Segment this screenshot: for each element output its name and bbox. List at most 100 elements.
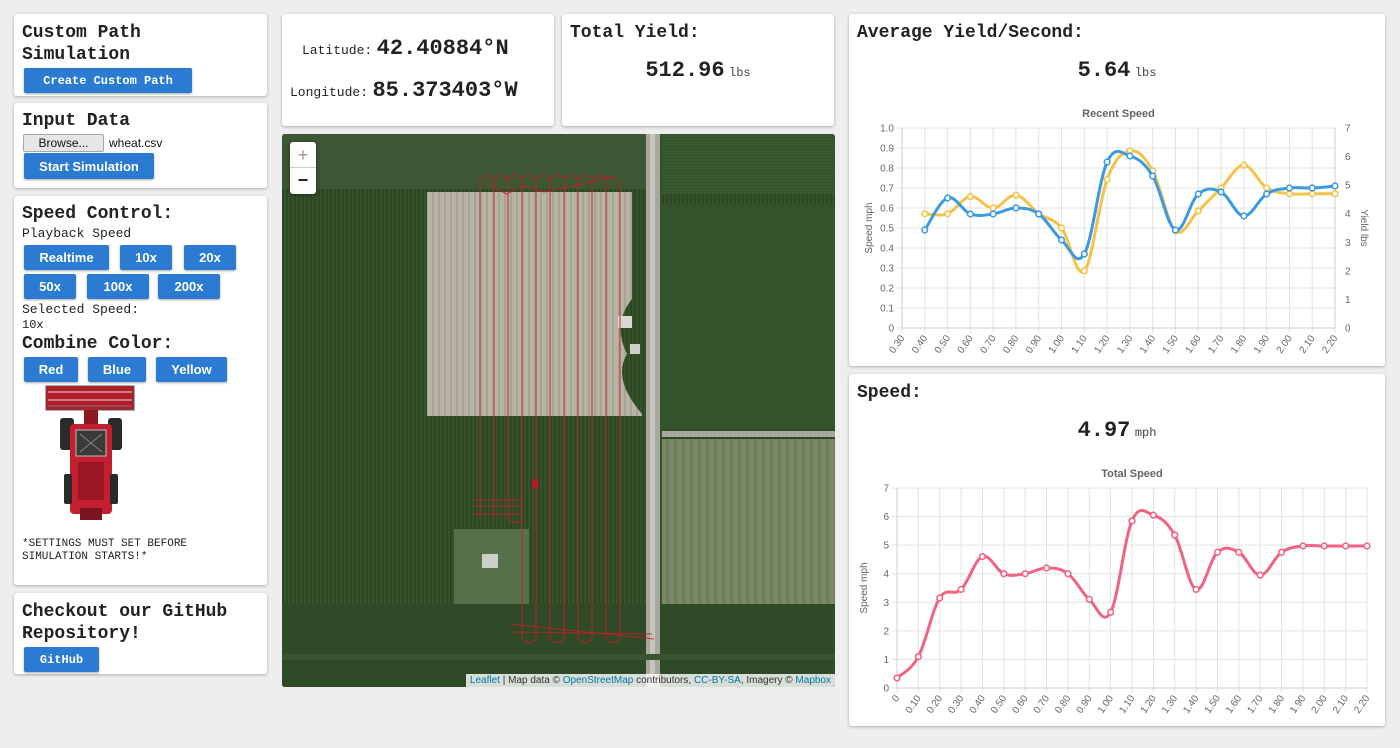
total-yield-unit: lbs bbox=[729, 66, 751, 80]
github-button[interactable]: GitHub bbox=[24, 647, 99, 672]
speed-unit: mph bbox=[1134, 426, 1157, 440]
data-point bbox=[966, 192, 974, 201]
data-point bbox=[989, 204, 997, 212]
x-tick-label: 0.60 bbox=[956, 333, 976, 356]
data-point bbox=[1342, 542, 1350, 550]
x-tick-label: 1.70 bbox=[1206, 333, 1226, 356]
data-point bbox=[1235, 548, 1243, 556]
osm-link[interactable]: OpenStreetMap bbox=[563, 675, 634, 686]
start-simulation-button[interactable]: Start Simulation bbox=[24, 153, 154, 179]
data-point bbox=[1194, 207, 1202, 215]
field-map[interactable]: + − Leaflet | Map data © OpenStreetMap c… bbox=[282, 134, 835, 687]
zoom-control: + − bbox=[290, 142, 316, 194]
data-point bbox=[966, 210, 974, 218]
x-tick-label: 1.10 bbox=[1117, 693, 1137, 716]
data-point bbox=[989, 210, 997, 218]
y-tick-label: 0.9 bbox=[880, 144, 894, 155]
y2-tick-label: 5 bbox=[1345, 181, 1351, 192]
speed-control-card: Speed Control: Playback Speed Realtime 1… bbox=[14, 196, 267, 585]
data-point bbox=[936, 594, 944, 602]
map-attribution: Leaflet | Map data © OpenStreetMap contr… bbox=[465, 674, 835, 687]
zoom-in-button[interactable]: + bbox=[290, 142, 316, 168]
y-tick-label: 0.3 bbox=[880, 264, 894, 275]
license-link[interactable]: CC-BY-SA bbox=[694, 675, 741, 686]
x-tick-label: 2.00 bbox=[1310, 693, 1330, 716]
speed-control-title: Speed Control: bbox=[22, 204, 174, 224]
x-tick-label: 1.60 bbox=[1224, 693, 1244, 716]
leaflet-link[interactable]: Leaflet bbox=[470, 675, 500, 686]
data-point bbox=[1192, 585, 1200, 594]
recent-speed-chart: Recent Speed 0 0.1 0.2 0.3 0.4 0.5 0.6 0.7 0.8 0.9… bbox=[864, 108, 1369, 356]
x-tick-label: 1.70 bbox=[1245, 693, 1265, 716]
speed-50x-button[interactable]: 50x bbox=[24, 274, 76, 299]
browse-button[interactable]: Browse... bbox=[23, 134, 104, 152]
x-tick-label: 1.30 bbox=[1160, 693, 1180, 716]
y2-tick-label: 7 bbox=[1345, 124, 1351, 135]
data-point bbox=[1331, 182, 1339, 190]
custom-path-title: Custom Path Simulation bbox=[22, 23, 141, 65]
x-tick-label: 2.20 bbox=[1352, 693, 1372, 716]
y-tick-label: 3 bbox=[883, 598, 889, 609]
x-tick-label: 1.20 bbox=[1139, 693, 1159, 716]
x-tick-label: 1.40 bbox=[1138, 333, 1158, 356]
harvest-path bbox=[472, 175, 655, 643]
data-point bbox=[1149, 172, 1157, 180]
data-point bbox=[1331, 190, 1339, 198]
speed-20x-button[interactable]: 20x bbox=[184, 245, 236, 270]
data-point bbox=[1171, 226, 1180, 234]
x-tick-label: 1.10 bbox=[1070, 333, 1090, 356]
average-yield-readout: 5.64 lbs bbox=[849, 58, 1385, 83]
input-data-card: Input Data Browse... wheat.csv Start Sim… bbox=[14, 103, 267, 188]
speed-realtime-button[interactable]: Realtime bbox=[24, 245, 109, 270]
x-tick-label: 0.80 bbox=[1001, 333, 1021, 356]
data-point bbox=[921, 226, 929, 234]
total-yield-title: Total Yield: bbox=[570, 23, 700, 43]
x-tick-label: 0.40 bbox=[968, 693, 988, 716]
data-point bbox=[1240, 161, 1248, 169]
y-axis-label: Speed mph bbox=[859, 562, 870, 613]
chart-title: Total Speed bbox=[1101, 468, 1163, 480]
color-blue-button[interactable]: Blue bbox=[88, 357, 146, 382]
combine-color-title: Combine Color: bbox=[22, 334, 174, 354]
selected-speed-value: 10x bbox=[22, 318, 44, 332]
speed-100x-button[interactable]: 100x bbox=[87, 274, 149, 299]
zoom-out-button[interactable]: − bbox=[290, 168, 316, 194]
y-tick-label: 0.5 bbox=[880, 224, 894, 235]
x-tick-label: 1.80 bbox=[1267, 693, 1287, 716]
y2-tick-label: 1 bbox=[1345, 295, 1351, 306]
data-point bbox=[978, 552, 987, 561]
x-tick-label: 2.00 bbox=[1275, 333, 1295, 356]
create-custom-path-button[interactable]: Create Custom Path bbox=[24, 68, 192, 93]
x-tick-label: 1.20 bbox=[1092, 333, 1112, 356]
x-tick-label: 2.10 bbox=[1297, 333, 1317, 356]
average-yield-value: 5.64 bbox=[1077, 58, 1131, 83]
speed-200x-button[interactable]: 200x bbox=[158, 274, 220, 299]
x-tick-label: 0.80 bbox=[1053, 693, 1073, 716]
data-point bbox=[1103, 158, 1111, 166]
data-point bbox=[1263, 190, 1271, 198]
x-tick-label: 1.00 bbox=[1096, 693, 1116, 716]
total-yield-card: Total Yield: 512.96 lbs bbox=[562, 14, 834, 126]
data-point bbox=[1277, 548, 1286, 556]
y2-tick-label: 0 bbox=[1345, 324, 1351, 335]
y-tick-label: 6 bbox=[883, 512, 889, 523]
speed-10x-button[interactable]: 10x bbox=[120, 245, 172, 270]
x-tick-label: 0.40 bbox=[910, 333, 930, 356]
x-tick-label: 1.50 bbox=[1203, 693, 1223, 716]
coordinates-card: Latitude: 42.40884°N Longitude: 85.37340… bbox=[282, 14, 554, 126]
x-tick-label: 0.70 bbox=[978, 333, 998, 356]
color-yellow-button[interactable]: Yellow bbox=[156, 357, 227, 382]
mapbox-link[interactable]: Mapbox bbox=[795, 675, 831, 686]
y-tick-label: 0.6 bbox=[880, 204, 894, 215]
data-point bbox=[1308, 184, 1316, 192]
file-name: wheat.csv bbox=[109, 136, 163, 150]
data-point bbox=[1085, 595, 1093, 604]
longitude-row: Longitude: 85.373403°W bbox=[290, 78, 518, 103]
color-red-button[interactable]: Red bbox=[24, 357, 78, 382]
data-point bbox=[1285, 190, 1294, 198]
total-speed-chart: Total Speed012345670 0.10 0.20 0.30 0.40 0.50… bbox=[859, 468, 1373, 716]
x-tick-label: 0.70 bbox=[1032, 693, 1052, 716]
y-tick-label: 5 bbox=[883, 541, 889, 552]
x-tick-label: 0.20 bbox=[925, 693, 945, 716]
data-point bbox=[893, 674, 901, 682]
